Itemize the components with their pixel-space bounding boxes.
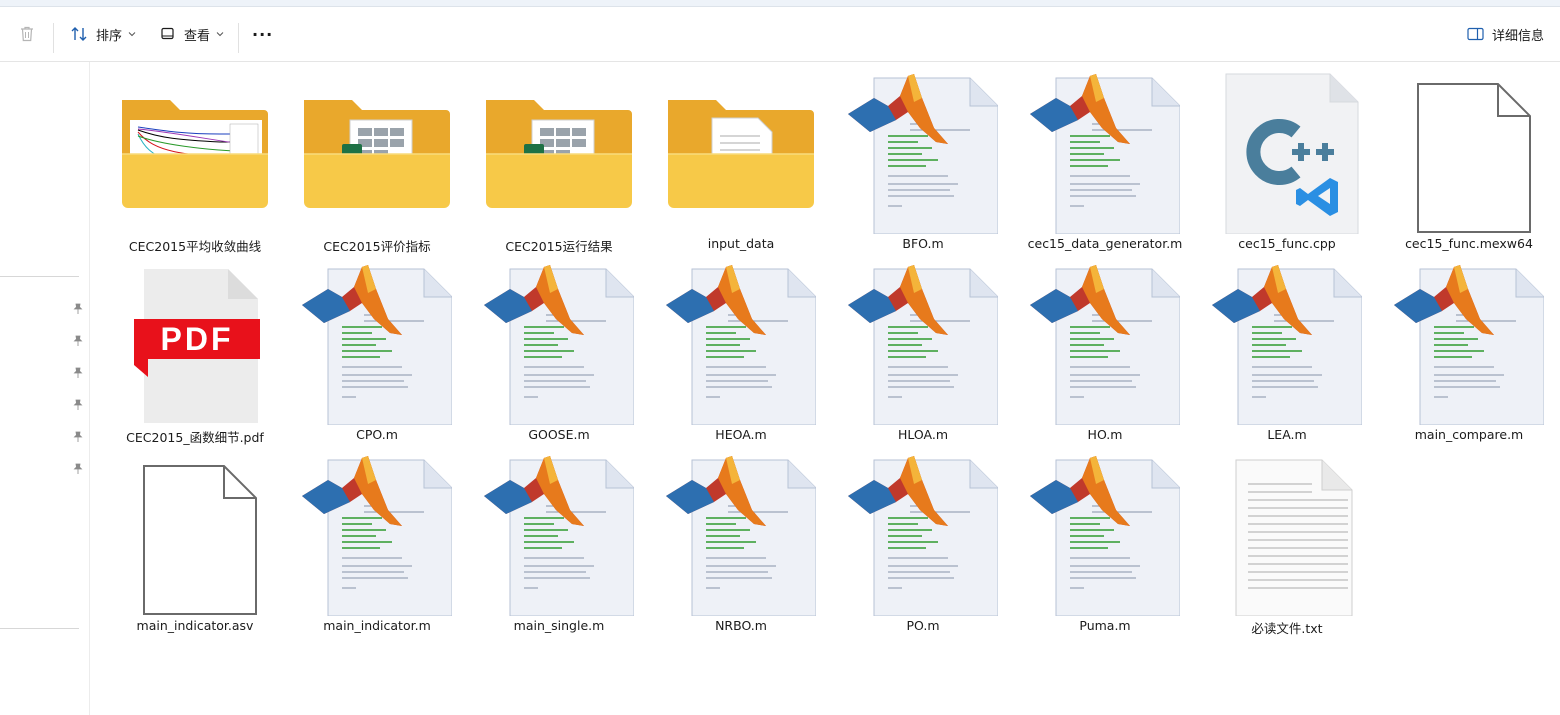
file-name-label: CEC2015评价指标 <box>323 239 431 254</box>
folder-icon <box>302 72 452 234</box>
file-name-label: input_data <box>707 236 775 251</box>
matlab-file-icon <box>1030 454 1181 617</box>
view-label: 查看 <box>184 28 211 44</box>
delete-button[interactable] <box>18 7 36 61</box>
file-item[interactable]: CEC2015平均收敛曲线 <box>104 66 286 256</box>
pin-icon[interactable] <box>72 367 84 379</box>
toolbar-separator <box>238 23 239 53</box>
file-name-label: cec15_data_generator.m <box>1027 236 1183 251</box>
file-name-label: LEA.m <box>1267 427 1307 442</box>
folder-icon <box>666 72 816 234</box>
window-top-strip <box>0 0 1560 7</box>
file-item[interactable]: input_data <box>650 66 832 256</box>
sort-label: 排序 <box>96 28 123 44</box>
file-name-label: CPO.m <box>356 427 398 442</box>
navigation-pane <box>0 62 90 715</box>
view-icon <box>161 27 174 40</box>
pdf-badge-text: PDF <box>160 321 234 357</box>
details-pane-button[interactable]: 详细信息 <box>1467 7 1544 61</box>
file-item[interactable]: CEC2015评价指标 <box>286 66 468 256</box>
file-name-label: BFO.m <box>902 236 944 251</box>
file-item[interactable]: main_single.m <box>468 448 650 638</box>
pin-icon[interactable] <box>72 463 84 475</box>
file-item[interactable]: main_indicator.asv <box>104 448 286 638</box>
file-item[interactable]: main_indicator.m <box>286 448 468 638</box>
file-item[interactable]: main_compare.m <box>1378 257 1560 447</box>
file-item[interactable]: cec15_func.cpp <box>1196 66 1378 256</box>
matlab-file-icon <box>302 263 453 426</box>
file-item[interactable]: cec15_data_generator.m <box>1014 66 1196 256</box>
sort-button[interactable]: 排序 <box>70 7 136 61</box>
matlab-file-icon <box>848 263 999 426</box>
pin-icon[interactable] <box>72 303 84 315</box>
cpp-file-icon <box>1212 72 1362 235</box>
file-name-label: CEC2015_函数细节.pdf <box>126 430 264 445</box>
file-name-label: cec15_func.mexw64 <box>1405 236 1533 251</box>
file-name-label: CEC2015平均收敛曲线 <box>128 239 262 254</box>
file-name-label: HO.m <box>1087 427 1123 442</box>
file-item[interactable]: BFO.m <box>832 66 1014 256</box>
nav-divider <box>0 276 79 277</box>
chevron-down-icon <box>216 32 224 37</box>
command-bar: 排序 查看 ··· 详细信息 <box>0 7 1560 62</box>
matlab-file-icon <box>484 454 635 617</box>
text-file-icon <box>1212 454 1362 617</box>
folder-icon <box>120 72 270 234</box>
details-pane-icon <box>1467 27 1484 41</box>
file-name-label: Puma.m <box>1079 618 1131 633</box>
more-options-button[interactable]: ··· <box>252 7 273 61</box>
file-item[interactable]: HLOA.m <box>832 257 1014 447</box>
file-name-label: PO.m <box>906 618 940 633</box>
more-icon: ··· <box>252 24 274 44</box>
matlab-file-icon <box>848 454 999 617</box>
sort-icon <box>71 27 87 41</box>
file-name-label: cec15_func.cpp <box>1238 236 1336 251</box>
toolbar-separator <box>53 23 54 53</box>
file-item[interactable]: LEA.m <box>1196 257 1378 447</box>
pin-icon[interactable] <box>72 335 84 347</box>
chevron-down-icon <box>128 32 136 37</box>
folder-icon <box>484 72 634 234</box>
file-item[interactable]: HEOA.m <box>650 257 832 447</box>
file-item[interactable]: Puma.m <box>1014 448 1196 638</box>
matlab-file-icon <box>1030 263 1181 426</box>
details-label: 详细信息 <box>1492 28 1545 44</box>
file-item[interactable]: HO.m <box>1014 257 1196 447</box>
matlab-file-icon <box>848 72 999 235</box>
file-item[interactable]: NRBO.m <box>650 448 832 638</box>
file-name-label: HLOA.m <box>897 427 949 442</box>
matlab-file-icon <box>1212 263 1363 426</box>
file-name-label: GOOSE.m <box>528 427 590 442</box>
file-item[interactable]: CPO.m <box>286 257 468 447</box>
file-item[interactable]: cec15_func.mexw64 <box>1378 66 1560 256</box>
pin-icon[interactable] <box>72 431 84 443</box>
matlab-file-icon <box>484 263 635 426</box>
file-name-label: main_indicator.asv <box>136 618 254 633</box>
matlab-file-icon <box>302 454 453 617</box>
file-name-label: CEC2015运行结果 <box>505 239 613 254</box>
file-item[interactable]: 必读文件.txt <box>1196 448 1378 638</box>
file-name-label: 必读文件.txt <box>1251 621 1323 636</box>
matlab-file-icon <box>666 263 817 426</box>
view-button[interactable]: 查看 <box>160 7 224 61</box>
file-name-label: HEOA.m <box>715 427 767 442</box>
blank-file-icon <box>1394 72 1544 234</box>
file-name-label: main_single.m <box>513 618 605 633</box>
pdf-file-icon: PDF <box>120 263 270 425</box>
file-item[interactable]: PO.m <box>832 448 1014 638</box>
file-item[interactable]: PDF CEC2015_函数细节.pdf <box>104 257 286 447</box>
blank-file-icon <box>120 454 270 616</box>
file-name-label: main_indicator.m <box>323 618 431 633</box>
file-name-label: NRBO.m <box>715 618 767 633</box>
pin-icon[interactable] <box>72 399 84 411</box>
file-name-label: main_compare.m <box>1414 427 1524 442</box>
matlab-file-icon <box>666 454 817 617</box>
file-item[interactable]: CEC2015运行结果 <box>468 66 650 256</box>
matlab-file-icon <box>1030 72 1181 235</box>
nav-divider <box>0 628 79 629</box>
trash-icon <box>21 26 33 42</box>
matlab-file-icon <box>1394 263 1545 426</box>
file-item[interactable]: GOOSE.m <box>468 257 650 447</box>
